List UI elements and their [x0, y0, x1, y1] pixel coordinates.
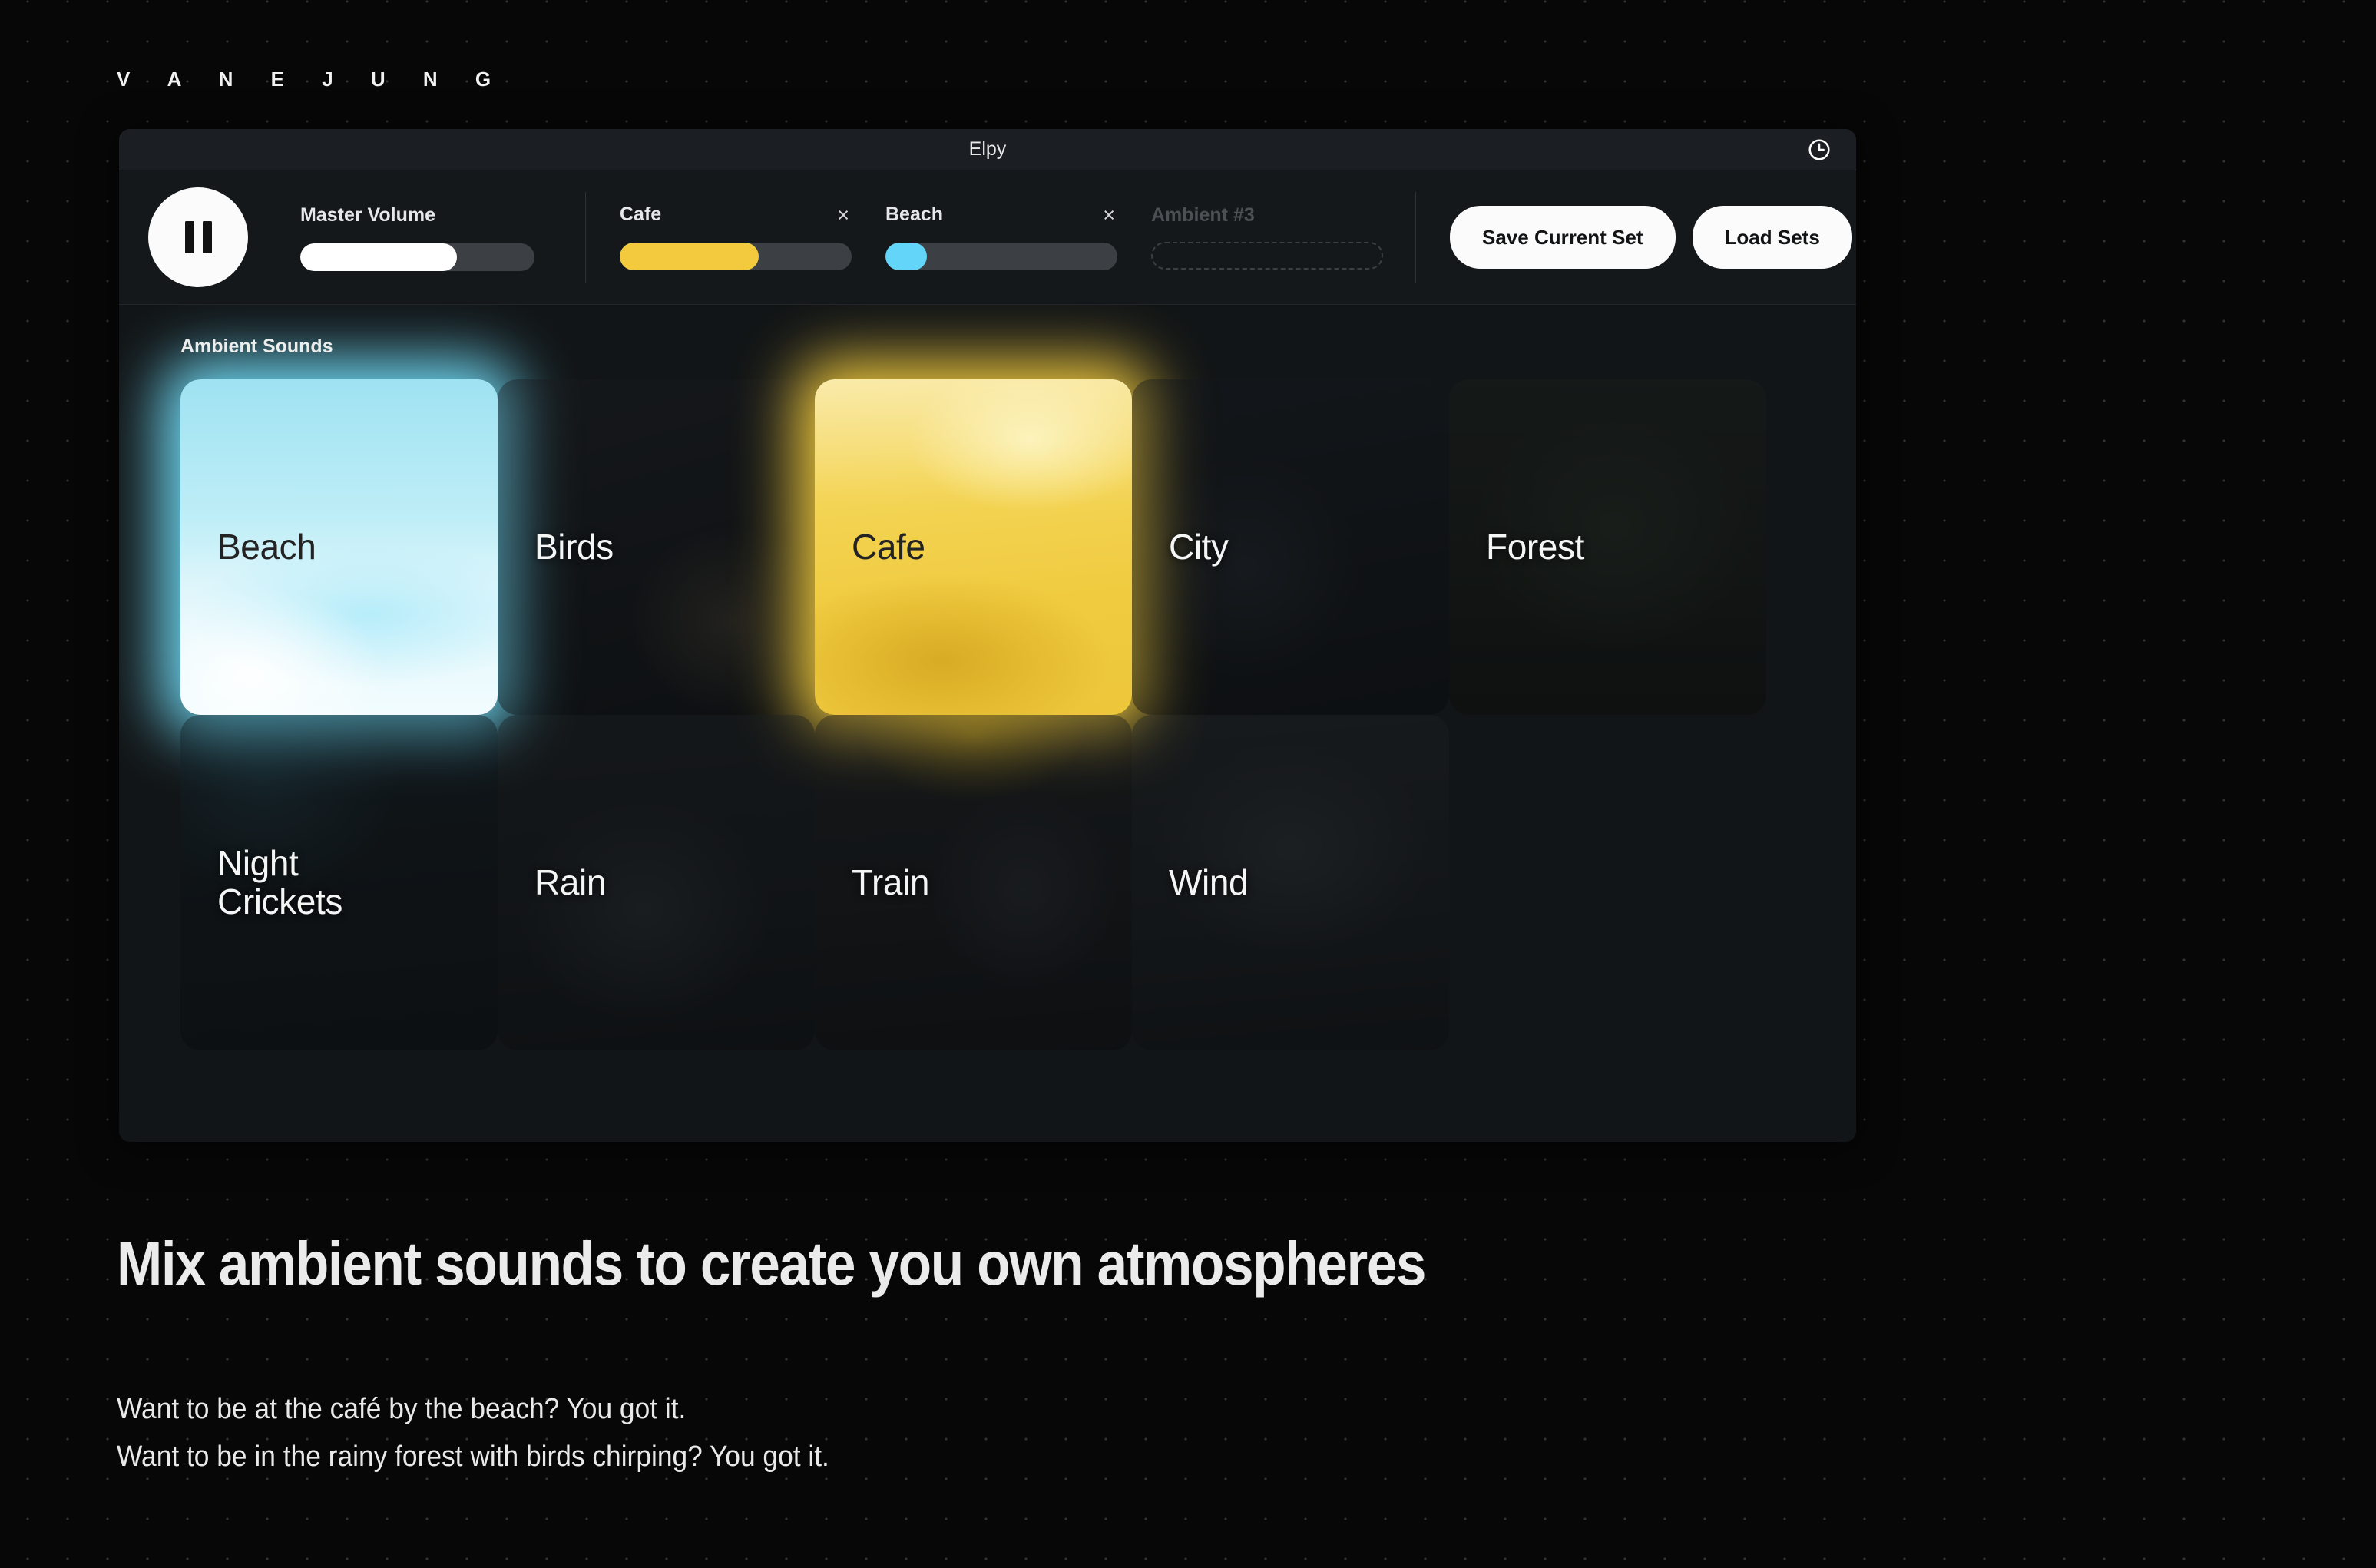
transport-control-bar: Master Volume Cafe × Beach × Ambient #3 … — [119, 170, 1856, 305]
sound-tile-night-crickets-label: Night Crickets — [217, 842, 343, 921]
page-headline: Mix ambient sounds to create you own atm… — [117, 1229, 1427, 1298]
sound-tile-rain[interactable]: Rain — [498, 715, 815, 1050]
page-body-copy: Want to be at the café by the beach? You… — [117, 1386, 829, 1481]
master-volume-fill — [300, 243, 458, 271]
ambient-channel-cafe-close-icon[interactable]: × — [835, 204, 852, 226]
sound-tile-train[interactable]: Train — [815, 715, 1132, 1050]
sound-tile-forest-label: Forest — [1486, 526, 1584, 567]
ambient-channel-beach-slider[interactable] — [885, 242, 1117, 270]
preset-actions: Save Current Set Load Sets — [1450, 206, 1852, 269]
sound-tile-wind-label: Wind — [1169, 862, 1249, 902]
sound-tile-beach[interactable]: Beach — [180, 379, 498, 715]
page-body-line-1: Want to be at the café by the beach? You… — [117, 1393, 687, 1425]
app-window: Elpy Master Volume Cafe × Beach × Ambien… — [119, 129, 1856, 1142]
ambient-channel-list: Cafe × Beach × Ambient #3 — [620, 203, 1383, 270]
sound-tile-birds[interactable]: Birds — [498, 379, 815, 715]
sound-tile-beach-label: Beach — [217, 526, 316, 567]
ambient-channel-beach-fill — [885, 242, 928, 270]
sound-tile-city-label: City — [1169, 526, 1229, 567]
pause-icon-bar-right — [202, 221, 212, 253]
sound-tile-birds-label: Birds — [534, 526, 614, 567]
sound-tile-cafe[interactable]: Cafe — [815, 379, 1132, 715]
ambient-channel-beach-header: Beach × — [885, 203, 1117, 226]
sound-tile-night-crickets[interactable]: Night Crickets — [180, 715, 498, 1050]
ambient-channel-empty-slot[interactable]: Ambient #3 — [1151, 203, 1383, 270]
ambient-channel-beach: Beach × — [885, 203, 1117, 270]
sound-tile-rain-label: Rain — [534, 862, 607, 902]
sound-tile-wind[interactable]: Wind — [1132, 715, 1449, 1050]
control-divider-1 — [585, 192, 586, 283]
ambient-channel-empty-header: Ambient #3 — [1151, 203, 1383, 226]
sound-tile-forest[interactable]: Forest — [1449, 379, 1766, 715]
ambient-channel-beach-label: Beach — [885, 203, 944, 225]
pause-icon-bar-left — [184, 221, 194, 253]
sound-tile-grid: Beach Birds Cafe City Forest Night Crick — [180, 379, 1856, 1050]
control-divider-2 — [1415, 192, 1416, 283]
clock-icon[interactable] — [1807, 137, 1832, 162]
master-volume-label: Master Volume — [300, 203, 435, 226]
app-title: Elpy — [968, 138, 1007, 160]
save-current-set-button[interactable]: Save Current Set — [1450, 206, 1676, 269]
master-volume-group: Master Volume — [300, 204, 534, 271]
sound-tile-train-label: Train — [852, 862, 930, 902]
ambient-channel-cafe-label: Cafe — [620, 203, 662, 225]
ambient-channel-cafe-header: Cafe × — [620, 203, 852, 226]
sound-tile-cafe-label: Cafe — [852, 526, 925, 567]
section-title-ambient-sounds: Ambient Sounds — [180, 336, 333, 357]
ambient-channel-beach-close-icon[interactable]: × — [1100, 204, 1117, 226]
ambient-channel-empty-label: Ambient #3 — [1151, 203, 1255, 226]
ambient-channel-cafe: Cafe × — [620, 203, 852, 270]
sound-tile-city[interactable]: City — [1132, 379, 1449, 715]
ambient-channel-cafe-fill — [620, 242, 759, 270]
master-volume-slider[interactable] — [300, 243, 534, 271]
page-body-line-2: Want to be in the rainy forest with bird… — [117, 1440, 829, 1473]
window-titlebar: Elpy — [119, 129, 1856, 170]
ambient-channel-empty-placeholder[interactable] — [1151, 241, 1383, 270]
sound-library: Ambient Sounds Beach Birds Cafe City For… — [119, 305, 1856, 1142]
load-sets-button[interactable]: Load Sets — [1692, 206, 1852, 269]
brand-wordmark: V A N E J U N G — [117, 68, 508, 91]
ambient-channel-cafe-slider[interactable] — [620, 242, 852, 270]
pause-button[interactable] — [148, 187, 248, 287]
